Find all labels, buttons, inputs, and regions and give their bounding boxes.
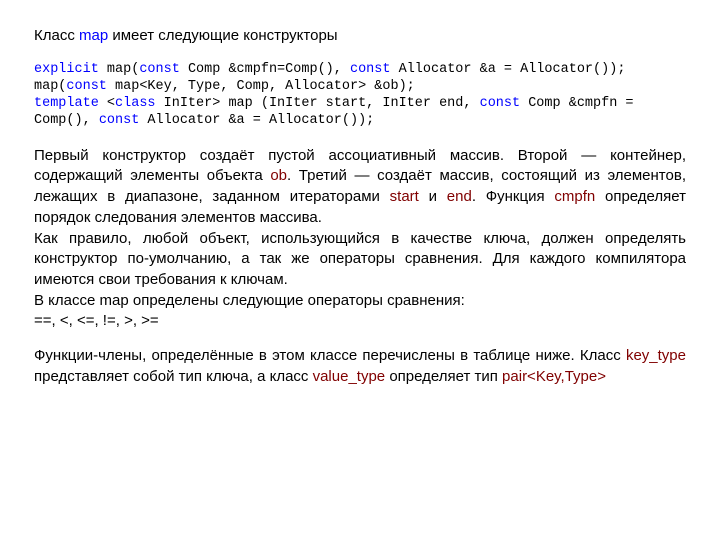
kw-const: const: [139, 62, 180, 77]
term-end: end: [447, 188, 472, 205]
term-start: start: [390, 188, 419, 205]
code-text: Comp &cmpfn=Comp(),: [180, 62, 350, 77]
paragraph-operators-intro: В классе map определены следующие операт…: [34, 291, 686, 312]
constructor-signatures: explicit map(const Comp &cmpfn=Comp(), c…: [34, 61, 686, 130]
intro-line: Класс map имеет следующие конструкторы: [34, 26, 686, 47]
body-text: Функции-члены, определённые в этом класс…: [34, 347, 626, 364]
term-cmpfn: cmpfn: [554, 188, 595, 205]
code-text: map(: [34, 79, 66, 94]
kw-explicit: explicit: [34, 62, 99, 77]
intro-post: имеет следующие конструкторы: [108, 27, 337, 44]
map-keyword: map: [79, 27, 108, 44]
code-text: <: [99, 96, 115, 111]
kw-const: const: [350, 62, 391, 77]
body-text: определяет тип: [385, 368, 502, 385]
body-text: . Функция: [472, 188, 555, 205]
paragraph-member-functions: Функции-члены, определённые в этом класс…: [34, 346, 686, 387]
kw-const: const: [66, 79, 107, 94]
kw-template: template: [34, 96, 99, 111]
paragraph-keys: Как правило, любой объект, использующийс…: [34, 229, 686, 291]
term-key-type: key_type: [626, 347, 686, 364]
kw-const: const: [480, 96, 521, 111]
code-text: Allocator &a = Allocator());: [139, 113, 374, 128]
code-text: map<Key, Type, Comp, Allocator> &ob);: [107, 79, 415, 94]
term-pair: pair<Key,Type>: [502, 368, 606, 385]
code-text: map(: [99, 62, 140, 77]
body-text: представляет собой тип ключа, а класс: [34, 368, 313, 385]
paragraph-constructors: Первый конструктор создаёт пустой ассоци…: [34, 146, 686, 229]
operator-list: ==, <, <=, !=, >, >=: [34, 311, 686, 332]
code-text: InIter> map (InIter start, InIter end,: [156, 96, 480, 111]
term-value-type: value_type: [313, 368, 386, 385]
kw-const: const: [99, 113, 140, 128]
intro-pre: Класс: [34, 27, 79, 44]
code-text: Allocator &a = Allocator());: [391, 62, 626, 77]
term-ob: ob: [270, 167, 287, 184]
body-text: и: [419, 188, 447, 205]
kw-class: class: [115, 96, 156, 111]
